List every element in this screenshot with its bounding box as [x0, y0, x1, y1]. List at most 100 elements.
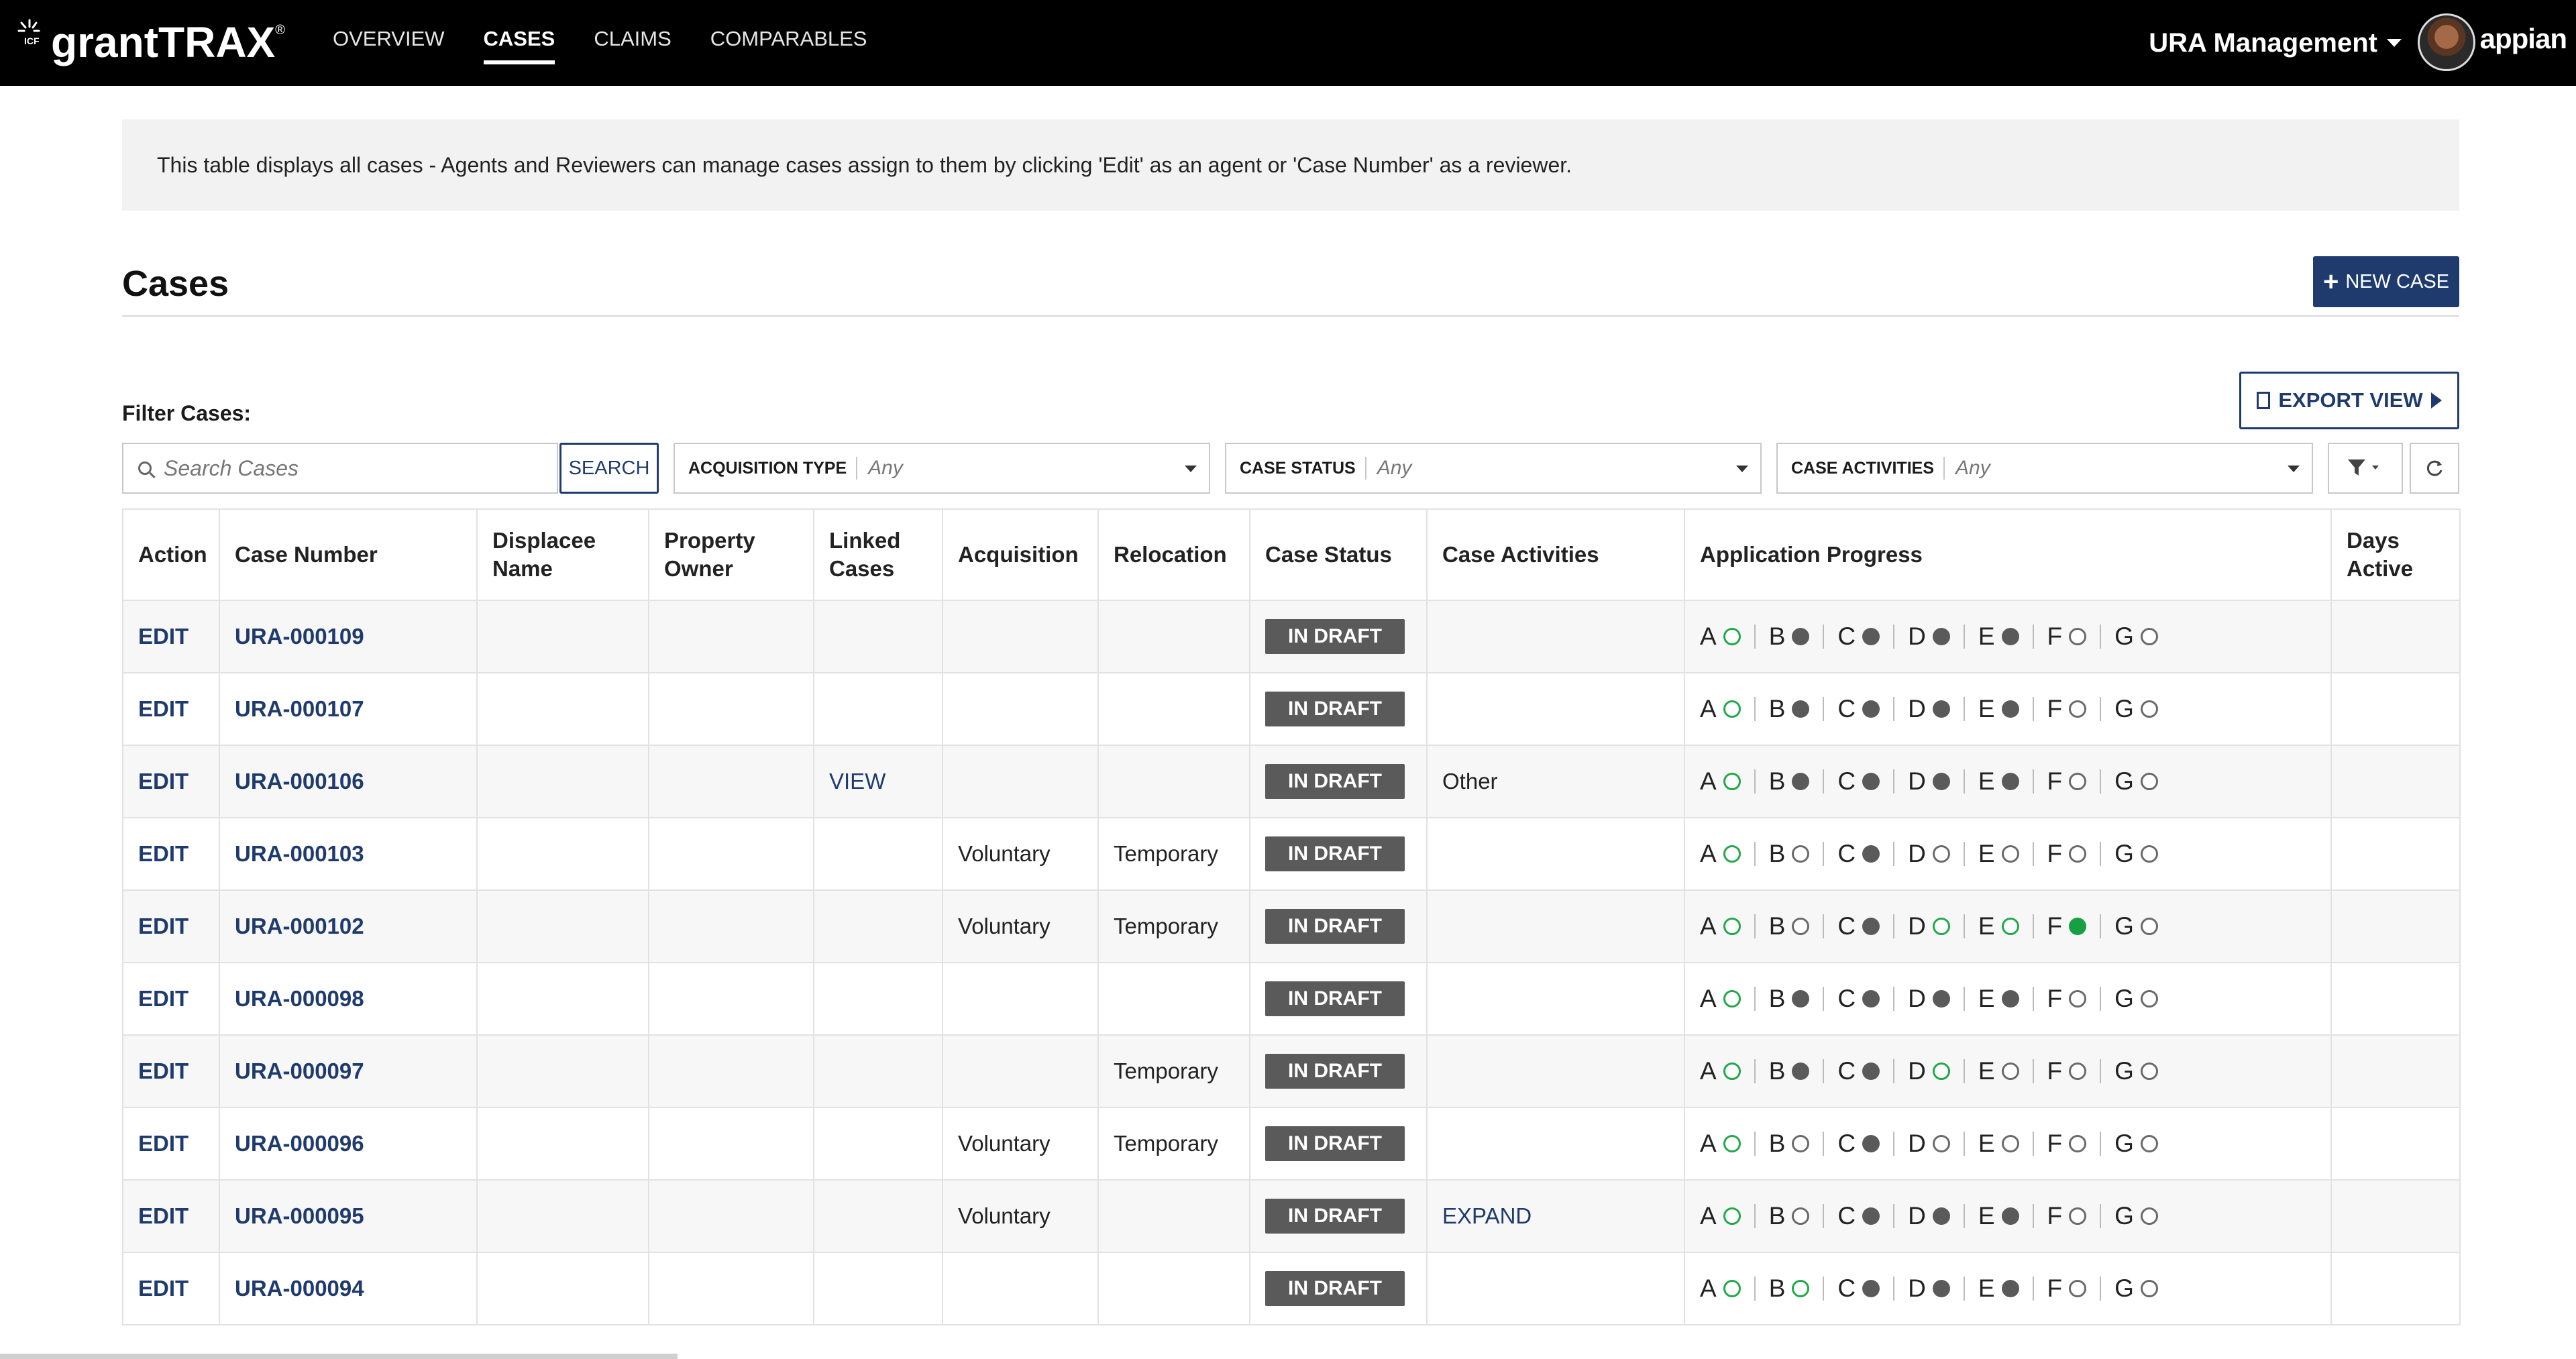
progress-step-letter: A — [1700, 1202, 1717, 1230]
column-header-case-status[interactable]: Case Status — [1249, 508, 1428, 601]
search-button[interactable]: SEARCH — [559, 443, 659, 494]
progress-step: B — [1769, 1202, 1810, 1230]
column-header-property-owner[interactable]: Property Owner — [648, 508, 814, 601]
edit-link[interactable]: EDIT — [138, 769, 189, 794]
edit-link-cell: EDIT — [122, 890, 220, 963]
case-activities-dropdown[interactable]: CASE ACTIVITIES Any — [1776, 443, 2313, 494]
tab-cases[interactable]: CASES — [483, 0, 555, 86]
progress-separator — [1754, 914, 1756, 938]
acquisition-type-dropdown[interactable]: ACQUISITION TYPE Any — [674, 443, 1210, 494]
edit-link[interactable]: EDIT — [138, 624, 189, 649]
icf-mark-text: ICF — [24, 36, 40, 46]
application-progress-cell: A B C D E F G — [1684, 1035, 2332, 1108]
progress-separator — [1823, 697, 1825, 721]
edit-link[interactable]: EDIT — [138, 841, 189, 866]
edit-link[interactable]: EDIT — [138, 1058, 189, 1083]
column-header-case-number[interactable]: Case Number — [219, 508, 478, 601]
case-activities-value-cell: Other — [1426, 745, 1685, 818]
status-badge-cell: IN DRAFT — [1249, 1107, 1428, 1181]
progress-step-letter: A — [1700, 622, 1717, 650]
caret-down-icon — [2387, 39, 2402, 47]
column-header-case-activities[interactable]: Case Activities — [1426, 508, 1685, 601]
case-number-link-cell: URA-000096 — [219, 1107, 478, 1181]
column-header-relocation[interactable]: Relocation — [1097, 508, 1250, 601]
displacee-name-cell — [476, 1035, 649, 1108]
column-header-displacee-name[interactable]: Displacee Name — [476, 508, 649, 601]
edit-link[interactable]: EDIT — [138, 914, 189, 938]
new-case-button[interactable]: + NEW CASE — [2313, 256, 2459, 307]
progress-status-icon — [2069, 700, 2087, 718]
case-number-link[interactable]: URA-000097 — [235, 1058, 364, 1083]
acquisition-value-cell: Voluntary — [942, 818, 1099, 891]
tab-comparables[interactable]: COMPARABLES — [710, 0, 867, 86]
progress-step-letter: G — [2114, 767, 2134, 795]
case-number-link[interactable]: URA-000103 — [235, 841, 364, 866]
progress-step-letter: G — [2114, 622, 2134, 650]
progress-step: B — [1769, 767, 1810, 796]
grantrax-logo[interactable]: ICF grantTRAX ® — [16, 12, 285, 72]
application-progress-cell: A B C D E F G — [1684, 1252, 2332, 1325]
progress-separator — [1893, 1276, 1895, 1301]
user-menu[interactable]: URA Management — [2149, 0, 2402, 86]
tab-overview[interactable]: OVERVIEW — [333, 0, 445, 86]
progress-separator — [1893, 987, 1895, 1011]
application-progress: A B C D E F G — [1700, 840, 2330, 868]
filter-menu-button[interactable] — [2328, 443, 2403, 494]
edit-link[interactable]: EDIT — [138, 986, 189, 1011]
case-number-link[interactable]: URA-000102 — [235, 914, 364, 938]
linked-cases-link[interactable]: VIEW — [829, 769, 885, 794]
refresh-button[interactable] — [2410, 443, 2459, 494]
case-number-link[interactable]: URA-000098 — [235, 986, 364, 1011]
progress-step: C — [1837, 695, 1880, 723]
progress-step: D — [1908, 622, 1950, 651]
progress-status-icon — [1792, 700, 1810, 718]
edit-link[interactable]: EDIT — [138, 1203, 189, 1228]
column-header-acquisition[interactable]: Acquisition — [942, 508, 1099, 601]
case-activities-value[interactable]: EXPAND — [1442, 1203, 1532, 1228]
edit-link[interactable]: EDIT — [138, 1276, 189, 1301]
progress-step: D — [1908, 767, 1950, 796]
case-activities-value-cell: EXPAND — [1426, 1180, 1685, 1253]
avatar[interactable] — [2418, 13, 2475, 71]
status-badge-cell: IN DRAFT — [1249, 890, 1428, 963]
progress-step: G — [2114, 1057, 2158, 1085]
edit-link-cell: EDIT — [122, 1252, 220, 1325]
property-owner-cell — [648, 1180, 814, 1253]
case-number-link[interactable]: URA-000094 — [235, 1276, 364, 1301]
progress-separator — [2100, 1059, 2102, 1083]
case-number-link[interactable]: URA-000095 — [235, 1203, 364, 1228]
search-input[interactable]: Search Cases — [122, 443, 558, 494]
filter-icon — [2348, 459, 2379, 476]
application-progress-cell: A B C D E F G — [1684, 600, 2332, 673]
displacee-name-cell — [476, 963, 649, 1036]
progress-step: C — [1837, 622, 1880, 651]
case-number-link[interactable]: URA-000107 — [235, 696, 364, 721]
case-activities-value-cell — [1426, 673, 1685, 746]
edit-link[interactable]: EDIT — [138, 696, 189, 721]
column-header-linked-cases[interactable]: Linked Cases — [813, 508, 943, 601]
horizontal-scrollbar[interactable] — [0, 1354, 678, 1359]
edit-link[interactable]: EDIT — [138, 1131, 189, 1156]
export-view-button[interactable]: EXPORT VIEW — [2239, 372, 2459, 429]
relocation-value-cell: Temporary — [1097, 1035, 1250, 1108]
days-active-cell — [2330, 890, 2461, 963]
progress-step-letter: E — [1978, 985, 1995, 1012]
progress-step: A — [1700, 1130, 1741, 1158]
progress-step-letter: C — [1837, 912, 1856, 940]
progress-separator — [2100, 1204, 2102, 1228]
progress-step: G — [2114, 840, 2158, 868]
progress-status-icon — [2140, 1207, 2158, 1225]
status-badge: IN DRAFT — [1265, 1126, 1405, 1161]
dropdown-label: ACQUISITION TYPE — [688, 457, 858, 480]
case-number-link-cell: URA-000109 — [219, 600, 478, 673]
case-status-dropdown[interactable]: CASE STATUS Any — [1225, 443, 1762, 494]
tab-claims[interactable]: CLAIMS — [594, 0, 671, 86]
progress-step: G — [2114, 695, 2158, 723]
case-number-link[interactable]: URA-000096 — [235, 1131, 364, 1156]
case-number-link[interactable]: URA-000106 — [235, 769, 364, 794]
progress-status-icon — [1723, 1135, 1741, 1152]
progress-status-icon — [1723, 990, 1741, 1008]
column-header-days-active[interactable]: Days Active — [2330, 508, 2461, 601]
case-number-link[interactable]: URA-000109 — [235, 624, 364, 649]
progress-step-letter: C — [1837, 1130, 1856, 1157]
